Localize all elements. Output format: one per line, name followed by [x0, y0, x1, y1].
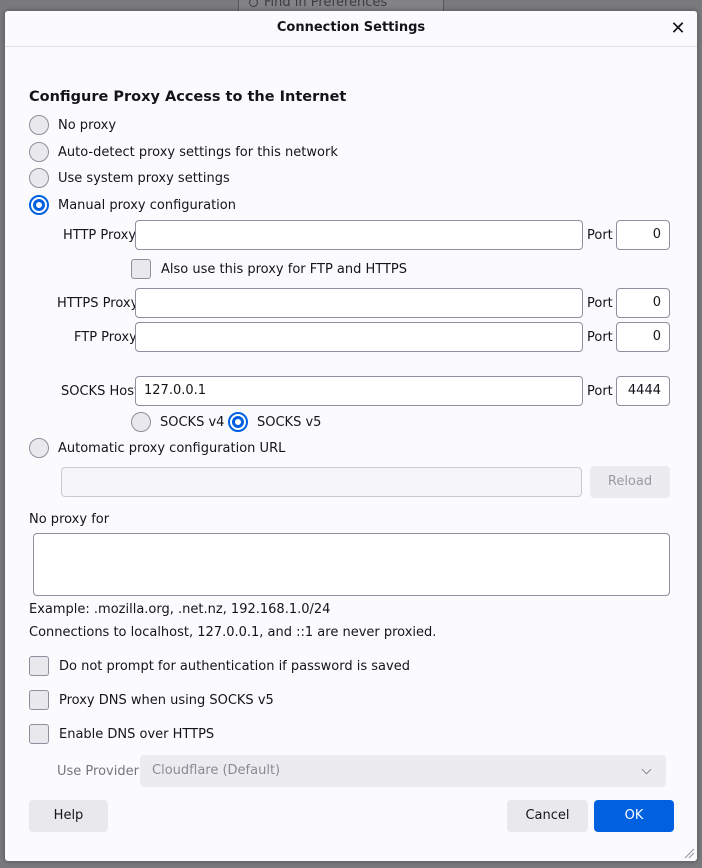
http-port-input[interactable]: 0 — [616, 220, 670, 250]
socks-host-label: SOCKS Host — [61, 384, 140, 399]
http-proxy-label: HTTP Proxy — [63, 228, 137, 243]
https-proxy-label: HTTPS Proxy — [57, 296, 139, 311]
no-proxy-for-textarea[interactable] — [33, 533, 670, 596]
radio-socks-v5-label: SOCKS v5 — [257, 415, 322, 430]
cancel-button[interactable]: Cancel — [507, 800, 588, 832]
connection-settings-dialog: Connection Settings ✕ Configure Proxy Ac… — [5, 11, 697, 861]
no-auth-prompt-checkbox[interactable] — [29, 656, 49, 676]
search-icon — [249, 0, 258, 7]
https-port-input[interactable]: 0 — [616, 288, 670, 318]
provider-select-value: Cloudflare (Default) — [152, 763, 281, 778]
https-proxy-input[interactable] — [135, 288, 583, 318]
radio-manual-proxy-label: Manual proxy configuration — [58, 198, 236, 213]
localhost-note: Connections to localhost, 127.0.0.1, and… — [29, 625, 437, 640]
radio-socks-v5[interactable] — [228, 412, 248, 432]
auto-config-url-input[interactable] — [61, 467, 582, 497]
no-auth-prompt-label: Do not prompt for authentication if pass… — [59, 659, 410, 674]
also-use-proxy-label: Also use this proxy for FTP and HTTPS — [161, 262, 408, 277]
radio-system-proxy-label: Use system proxy settings — [58, 171, 230, 186]
dns-over-https-label: Enable DNS over HTTPS — [59, 727, 215, 742]
ok-button[interactable]: OK — [594, 800, 674, 832]
socks-port-input[interactable]: 4444 — [616, 376, 670, 406]
http-port-label: Port — [587, 228, 613, 243]
ftp-proxy-input[interactable] — [135, 322, 583, 352]
radio-socks-v4[interactable] — [131, 412, 151, 432]
radio-no-proxy[interactable] — [29, 115, 49, 135]
provider-select[interactable]: Cloudflare (Default) — [140, 755, 666, 787]
chevron-down-icon — [641, 764, 652, 775]
radio-auto-detect-label: Auto-detect proxy settings for this netw… — [58, 145, 338, 160]
proxy-dns-checkbox[interactable] — [29, 690, 49, 710]
ftp-port-input[interactable]: 0 — [616, 322, 670, 352]
socks-host-input[interactable]: 127.0.0.1 — [135, 376, 583, 406]
proxy-dns-label: Proxy DNS when using SOCKS v5 — [59, 693, 274, 708]
dialog-title: Connection Settings — [5, 11, 697, 47]
also-use-proxy-checkbox[interactable] — [131, 259, 151, 279]
radio-socks-v4-label: SOCKS v4 — [160, 415, 225, 430]
socks-port-label: Port — [587, 384, 613, 399]
ftp-proxy-label: FTP Proxy — [74, 330, 137, 345]
no-proxy-example: Example: .mozilla.org, .net.nz, 192.168.… — [29, 602, 331, 617]
resize-grip-icon[interactable] — [683, 847, 695, 859]
radio-auto-detect[interactable] — [29, 142, 49, 162]
radio-system-proxy[interactable] — [29, 168, 49, 188]
http-proxy-input[interactable] — [135, 220, 583, 250]
radio-no-proxy-label: No proxy — [58, 118, 117, 133]
help-button[interactable]: Help — [29, 800, 108, 832]
https-port-label: Port — [587, 296, 613, 311]
use-provider-label: Use Provider — [57, 764, 139, 779]
reload-button[interactable]: Reload — [590, 466, 670, 498]
radio-auto-config-url[interactable] — [29, 438, 49, 458]
dns-over-https-checkbox[interactable] — [29, 724, 49, 744]
ftp-port-label: Port — [587, 330, 613, 345]
section-heading: Configure Proxy Access to the Internet — [29, 89, 347, 105]
radio-manual-proxy[interactable] — [29, 195, 49, 215]
no-proxy-for-label: No proxy for — [29, 512, 110, 527]
radio-auto-config-url-label: Automatic proxy configuration URL — [58, 441, 286, 456]
close-icon[interactable]: ✕ — [667, 18, 689, 40]
